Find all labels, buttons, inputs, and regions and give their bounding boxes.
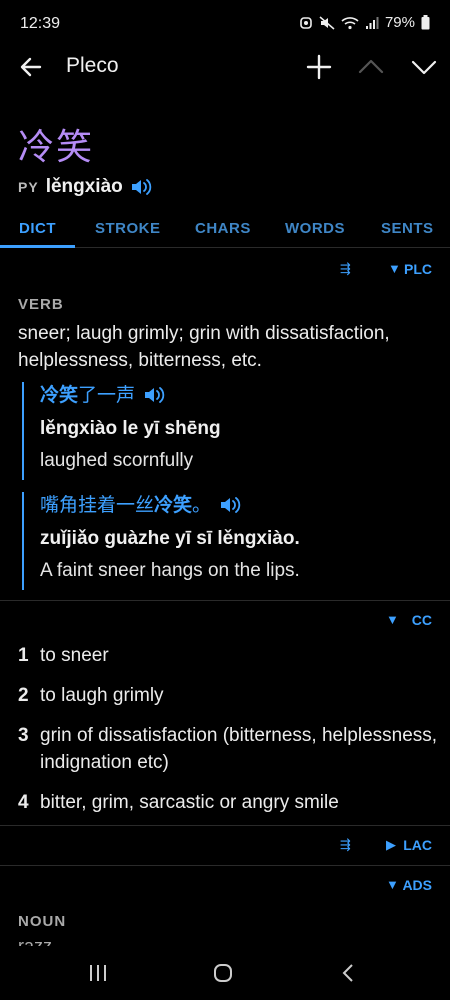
expand-triangle-icon[interactable]: ▶: [386, 837, 396, 853]
wifi-icon: [341, 16, 359, 29]
tab-chars[interactable]: CHARS: [195, 220, 251, 237]
example-translation: laughed scornfully: [40, 450, 194, 471]
ads-header[interactable]: ▼ ADS: [0, 876, 450, 896]
cc-header[interactable]: ▼ CC: [0, 611, 450, 631]
mute-icon: [319, 15, 335, 30]
part-of-speech: NOUN: [18, 913, 67, 930]
collapse-triangle-icon[interactable]: ▼: [386, 612, 399, 627]
definition-item: 2 to laugh grimly: [18, 685, 164, 706]
app-bar: Pleco: [0, 48, 450, 88]
status-time: 12:39: [20, 15, 61, 32]
source-label-plc[interactable]: PLC: [404, 261, 432, 277]
section-divider: [0, 865, 450, 866]
speaker-icon[interactable]: [143, 386, 165, 404]
sort-icon[interactable]: ⇶: [340, 837, 351, 853]
pinyin-text: lěngxiào: [45, 176, 123, 197]
tab-stroke[interactable]: STROKE: [95, 220, 161, 237]
speaker-icon[interactable]: [130, 178, 152, 196]
example-hanzi: 嘴角挂着一丝冷笑。: [40, 492, 442, 518]
battery-percent: 79%: [384, 14, 415, 31]
tab-sents[interactable]: SENTS: [381, 220, 434, 237]
nav-back-icon[interactable]: [340, 963, 356, 983]
previous-entry-icon[interactable]: [357, 53, 385, 81]
tab-dict[interactable]: DICT: [19, 220, 56, 237]
example-pinyin: lěngxiào le yī shēng: [40, 418, 221, 439]
definition-item: 1 to sneer: [18, 645, 109, 666]
active-tab-indicator: [0, 245, 75, 248]
example-pinyin: zuǐjiǎo guàzhe yī sī lěngxiào.: [40, 528, 300, 549]
pinyin-label: PY: [18, 179, 39, 195]
example-hanzi: 冷笑了一声: [40, 382, 442, 408]
status-icons: 79%: [299, 14, 430, 31]
definition: sneer; laugh grimly; grin with dissatisf…: [18, 323, 390, 371]
app-title: Pleco: [66, 54, 119, 77]
source-label-lac[interactable]: LAC: [403, 837, 432, 853]
part-of-speech: VERB: [18, 296, 64, 313]
source-label-ads[interactable]: ADS: [402, 877, 432, 893]
example-sentence[interactable]: 嘴角挂着一丝冷笑。 zuǐjiǎo guàzhe yī sī lěngxiào.…: [22, 492, 442, 590]
section-divider: [0, 600, 450, 601]
recent-apps-icon[interactable]: [88, 964, 108, 982]
definition-cut-off: razz: [18, 936, 53, 946]
example-translation: A faint sneer hangs on the lips.: [40, 560, 300, 581]
status-bar: 12:39 79%: [0, 0, 450, 48]
pinyin-row: PY lěngxiào: [18, 176, 152, 198]
collapse-triangle-icon[interactable]: ▼: [388, 261, 401, 276]
next-entry-icon[interactable]: [410, 53, 438, 81]
source-label-cc[interactable]: CC: [412, 612, 432, 628]
notification-icon: [300, 16, 312, 29]
lac-header[interactable]: ⇶ ▶ LAC: [0, 836, 450, 856]
definition-item: 3 grin of dissatisfaction (bitterness, he…: [18, 725, 438, 773]
plc-header[interactable]: ⇶ ▼ PLC: [0, 260, 450, 280]
system-nav-bar: [0, 950, 450, 1000]
add-icon[interactable]: [305, 53, 333, 81]
signal-icon: [365, 16, 379, 29]
section-divider: [0, 825, 450, 826]
example-sentence[interactable]: 冷笑了一声 lěngxiào le yī shēng laughed scorn…: [22, 382, 442, 480]
definition-item: 4 bitter, grim, sarcastic or angry smile: [18, 792, 339, 813]
collapse-triangle-icon[interactable]: ▼: [386, 877, 399, 892]
headword[interactable]: 冷笑: [18, 118, 94, 170]
back-arrow-icon[interactable]: [18, 54, 44, 80]
speaker-icon[interactable]: [219, 496, 241, 514]
sort-icon[interactable]: ⇶: [340, 261, 351, 277]
tab-words[interactable]: WORDS: [285, 220, 345, 237]
home-icon[interactable]: [213, 963, 233, 983]
battery-icon: [421, 15, 430, 30]
tab-bar: DICT STROKE CHARS WORDS SENTS: [0, 212, 450, 248]
